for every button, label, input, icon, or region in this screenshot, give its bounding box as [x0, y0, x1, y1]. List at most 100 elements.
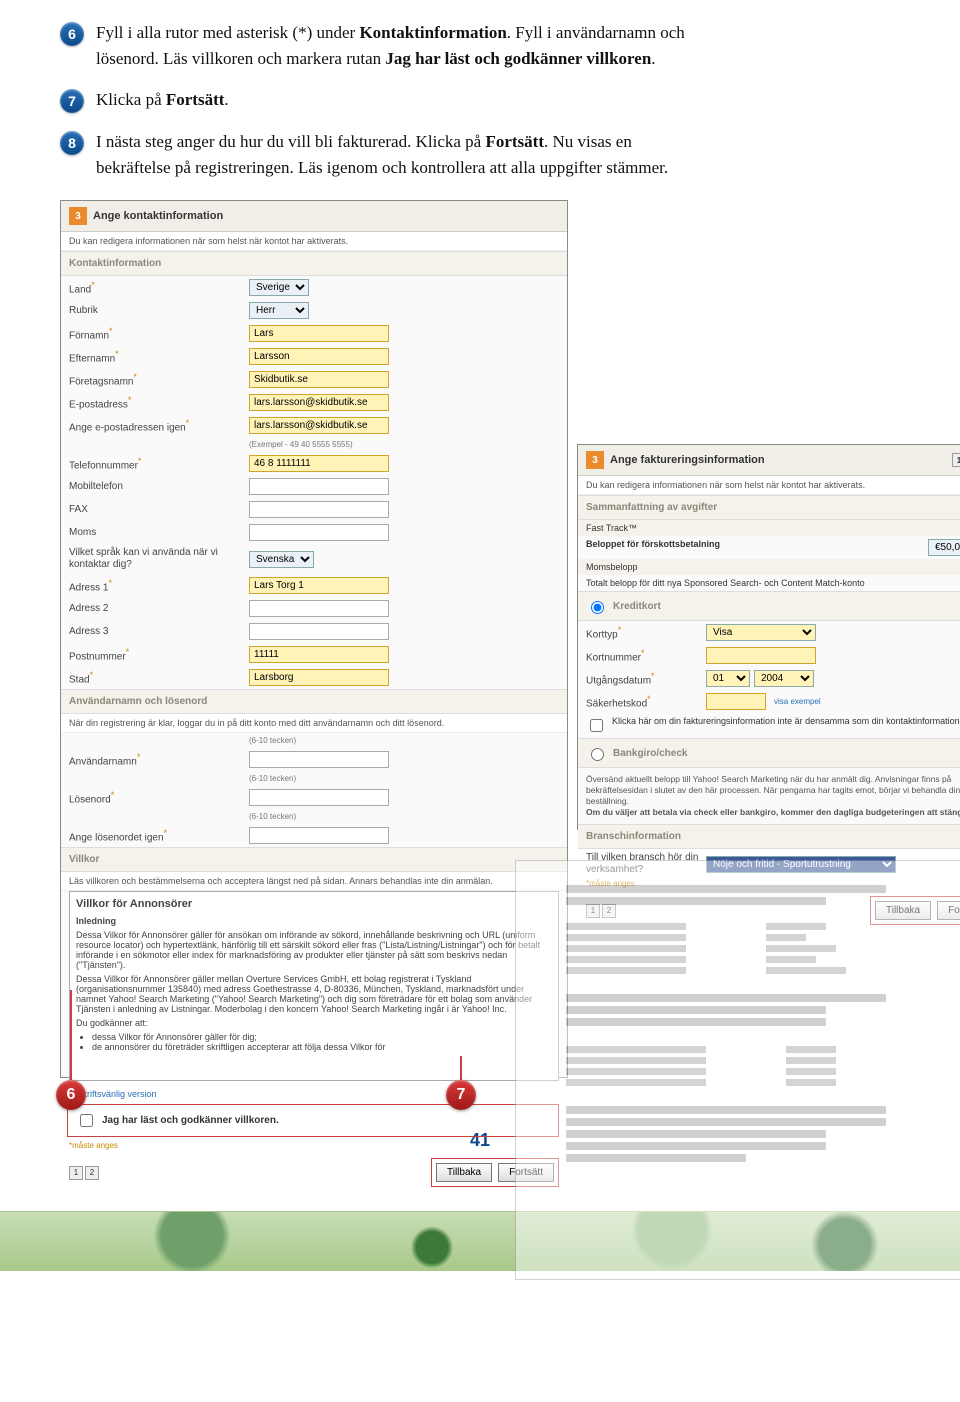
- step-number-box: 3: [586, 451, 604, 469]
- input-adr2[interactable]: [249, 600, 389, 617]
- row-land: Land*Sverige: [61, 276, 567, 299]
- screenshot-confirmation-faded: [515, 860, 960, 1280]
- l: Efternamn: [69, 353, 115, 364]
- l: Postnummer: [69, 651, 126, 662]
- input-fornamn[interactable]: [249, 325, 389, 342]
- radio-cc-input[interactable]: [591, 601, 604, 614]
- label-rubrik: Rubrik: [69, 305, 249, 316]
- step-8: 8 I nästa steg anger du hur du vill bli …: [60, 129, 900, 180]
- t: Fyll i alla rutor med asterisk (*) under: [96, 23, 359, 42]
- input-mobil[interactable]: [249, 478, 389, 495]
- input-stad[interactable]: [249, 669, 389, 686]
- select-rubrik[interactable]: Herr: [249, 302, 309, 319]
- input-password[interactable]: [249, 789, 389, 806]
- label-los2: Ange lösenordet igen*: [69, 828, 249, 843]
- hint: (6-10 tecken): [249, 812, 296, 821]
- input-adr1[interactable]: [249, 577, 389, 594]
- step-6-text: Fyll i alla rutor med asterisk (*) under…: [96, 20, 696, 71]
- terms-li2: de annonsörer du företräder skriftligen …: [92, 1042, 552, 1052]
- input-telefon[interactable]: [249, 455, 389, 472]
- row-tel-ex: (Exempel - 49 40 5555 5555): [61, 437, 567, 452]
- label-efternamn: Efternamn*: [69, 349, 249, 364]
- screenshot-contact-info: 3 Ange kontaktinformation Du kan rediger…: [60, 200, 568, 1078]
- l: Lösenord: [69, 794, 111, 805]
- radio-bankgiro[interactable]: Bankgiro/check: [578, 738, 960, 768]
- input-efternamn[interactable]: [249, 348, 389, 365]
- fee-row-4: Totalt belopp för ditt nya Sponsored Sea…: [578, 575, 960, 591]
- input-username[interactable]: [249, 751, 389, 768]
- b: Kontaktinformation: [359, 23, 506, 42]
- t: .: [224, 90, 228, 109]
- checkbox-diff-billing[interactable]: [590, 719, 603, 732]
- n: 3: [75, 211, 81, 222]
- label-kortnr: Kortnummer*: [586, 648, 706, 663]
- input-email2[interactable]: [249, 417, 389, 434]
- b: Fortsätt: [485, 132, 544, 151]
- hint: (6-10 tecken): [249, 736, 296, 745]
- step-badge-6: 6: [60, 22, 84, 46]
- radio-bg-input[interactable]: [591, 748, 604, 761]
- row-utg: Utgångsdatum* 01 2004: [578, 667, 960, 690]
- pg2: 2: [85, 1166, 99, 1180]
- select-sprak[interactable]: Svenska: [249, 551, 314, 568]
- pager-buttons: 1 2 Tillbaka Fortsätt: [61, 1154, 567, 1195]
- l: Land: [69, 284, 91, 295]
- row-sprak: Vilket språk kan vi använda när vi konta…: [61, 544, 567, 574]
- terms-textbox[interactable]: Villkor för Annonsörer Inledning Dessa V…: [69, 891, 559, 1081]
- must-note: *måste anges: [61, 1141, 567, 1154]
- row-efternamn: Efternamn*: [61, 345, 567, 368]
- group-username-note: När din registrering är klar, loggar du …: [61, 714, 567, 733]
- l: Telefonnummer: [69, 460, 138, 471]
- input-sak[interactable]: [706, 693, 766, 710]
- select-exp-month[interactable]: 01: [706, 670, 750, 687]
- row-sak: Säkerhetskod* visa exempel: [578, 690, 960, 713]
- group-terms: Villkor: [61, 847, 567, 872]
- row-kortnr: Kortnummer*: [578, 644, 960, 667]
- input-foretag[interactable]: [249, 371, 389, 388]
- callout-arrow-7: [460, 1056, 462, 1080]
- back-button[interactable]: Tillbaka: [436, 1163, 492, 1182]
- accept-terms-row: Jag har läst och godkänner villkoren.: [67, 1104, 559, 1137]
- label-adr3: Adress 3: [69, 626, 249, 637]
- label-korttyp: Korttyp*: [586, 625, 706, 640]
- select-land[interactable]: Sverige: [249, 279, 309, 296]
- input-postnr[interactable]: [249, 646, 389, 663]
- input-email[interactable]: [249, 394, 389, 411]
- n: 3: [592, 455, 598, 466]
- input-adr3[interactable]: [249, 623, 389, 640]
- row-foretag: Företagsnamn*: [61, 368, 567, 391]
- label-sak: Säkerhetskod*: [586, 694, 706, 709]
- tel-example: (Exempel - 49 40 5555 5555): [249, 440, 353, 449]
- l: Företagsnamn: [69, 376, 133, 387]
- l: Korttyp: [586, 629, 618, 640]
- p: 1: [952, 453, 960, 467]
- show-example-link[interactable]: visa exempel: [774, 697, 821, 706]
- row-los: Lösenord*: [61, 786, 567, 809]
- row-telefon: Telefonnummer*: [61, 452, 567, 475]
- row-fornamn: Förnamn*: [61, 322, 567, 345]
- radio-cc-label: Kreditkort: [613, 601, 661, 612]
- input-password-repeat[interactable]: [249, 827, 389, 844]
- t: Klicka på: [96, 90, 166, 109]
- panel-header-b: 3 Ange faktureringsinformation 1 2 3: [578, 445, 960, 476]
- select-exp-year[interactable]: 2004: [754, 670, 814, 687]
- row-rubrik: RubrikHerr: [61, 299, 567, 322]
- label-los: Lösenord*: [69, 790, 249, 805]
- row-postnr: Postnummer*: [61, 643, 567, 666]
- accept-terms-checkbox[interactable]: [80, 1114, 93, 1127]
- l: Adress 1: [69, 582, 108, 593]
- callout-6: 6: [56, 1080, 86, 1110]
- input-moms[interactable]: [249, 524, 389, 541]
- l: Totalt belopp för ditt nya Sponsored Sea…: [586, 578, 865, 588]
- row-hint2: (6-10 tecken): [61, 771, 567, 786]
- accept-terms-label: Jag har läst och godkänner villkoren.: [102, 1115, 279, 1126]
- select-prepay-amount[interactable]: €50,00: [928, 539, 960, 556]
- label-telefon: Telefonnummer*: [69, 456, 249, 471]
- input-kortnr[interactable]: [706, 647, 816, 664]
- radio-creditcard[interactable]: Kreditkort: [578, 591, 960, 621]
- input-fax[interactable]: [249, 501, 389, 518]
- label-foretag: Företagsnamn*: [69, 372, 249, 387]
- select-korttyp[interactable]: Visa: [706, 624, 816, 641]
- panel-title: Ange faktureringsinformation: [610, 454, 765, 466]
- group-fees: Sammanfattning av avgifter: [578, 495, 960, 520]
